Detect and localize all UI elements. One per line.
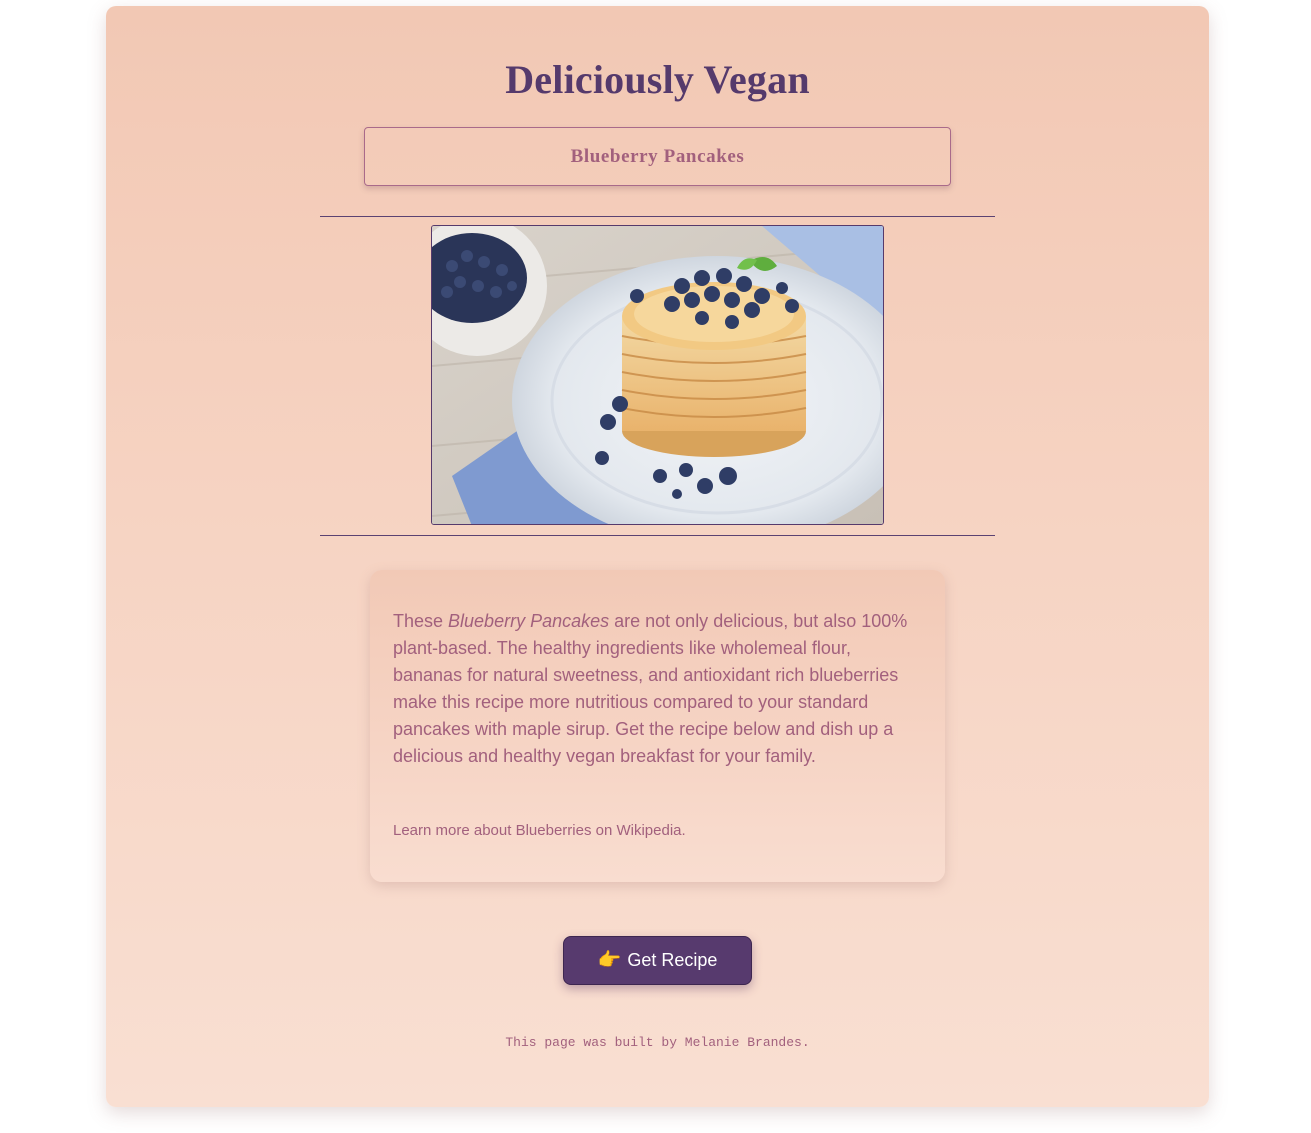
description-intro: These xyxy=(393,611,449,631)
learn-more-prefix: Learn more about xyxy=(393,822,516,839)
footer-credit: This page was built by Melanie Brandes. xyxy=(505,1035,810,1050)
main-card: Deliciously Vegan Blueberry Pancakes The… xyxy=(106,6,1209,1107)
description-box: These Blueberry Pancakes are not only de… xyxy=(370,570,945,882)
description-body: are not only delicious, but also 100% pl… xyxy=(393,611,908,766)
learn-more-suffix: . xyxy=(681,822,686,839)
page-title: Deliciously Vegan xyxy=(505,57,810,102)
subtitle-box: Blueberry Pancakes xyxy=(364,127,951,186)
pointing-hand-icon: 👉 xyxy=(597,950,622,971)
learn-more-line: Learn more about Blueberries on Wikipedi… xyxy=(393,822,686,839)
get-recipe-label: Get Recipe xyxy=(627,950,718,970)
description-text: These Blueberry Pancakes are not only de… xyxy=(393,608,922,770)
pancake-photo xyxy=(431,225,884,525)
recipe-subtitle: Blueberry Pancakes xyxy=(570,145,745,167)
wikipedia-link[interactable]: Blueberries on Wikipedia xyxy=(516,822,682,839)
get-recipe-button[interactable]: 👉 Get Recipe xyxy=(563,936,752,985)
top-divider xyxy=(320,216,995,217)
bottom-divider xyxy=(320,535,995,536)
dish-name: Blueberry Pancakes xyxy=(448,611,610,631)
